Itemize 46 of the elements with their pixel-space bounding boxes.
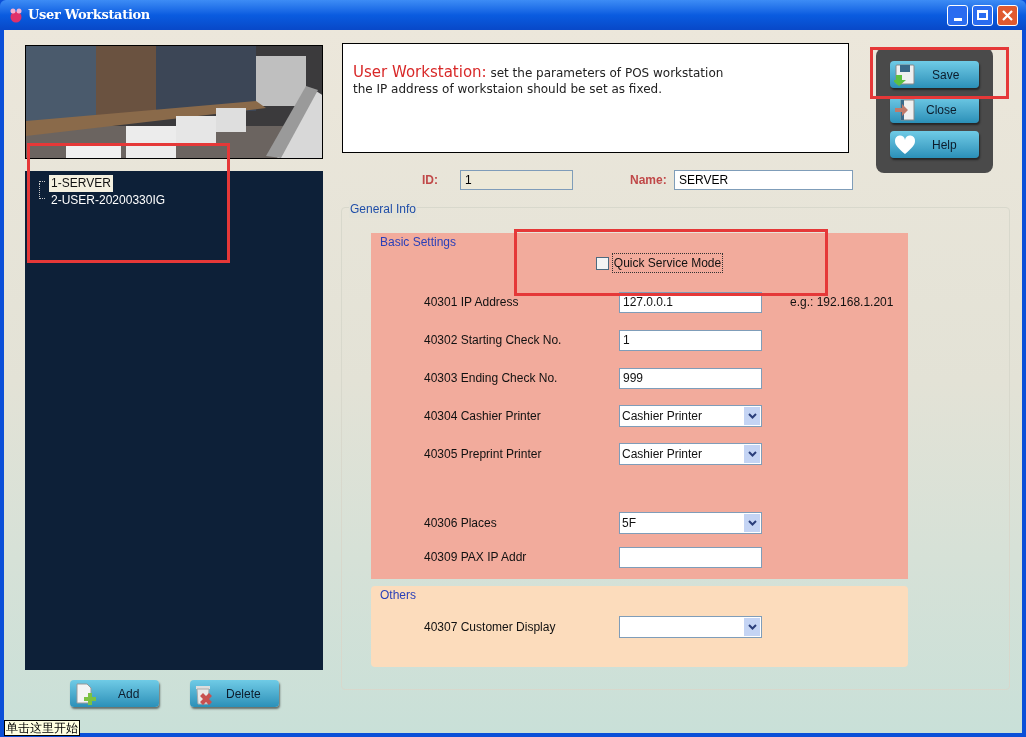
name-field[interactable]: SERVER xyxy=(674,170,853,190)
save-button[interactable]: Save xyxy=(890,61,979,88)
dropdown[interactable]: Cashier Printer xyxy=(619,443,762,465)
field-label: ID: xyxy=(422,172,439,189)
field-label: 40305 Preprint Printer xyxy=(423,446,543,463)
heart-icon xyxy=(894,134,916,155)
field-label: 40303 Ending Check No. xyxy=(423,370,559,387)
checkbox-label: Quick Service Mode xyxy=(611,253,724,273)
close-button[interactable] xyxy=(997,4,1018,26)
dropdown[interactable]: Cashier Printer xyxy=(619,405,762,427)
tree-item[interactable]: 2-USER-20200330IG xyxy=(49,192,168,209)
field-label: 40301 IP Address xyxy=(423,294,520,311)
minimize-button[interactable] xyxy=(947,4,968,26)
field-label: 40306 Places xyxy=(423,515,498,532)
field-label: 40309 PAX IP Addr xyxy=(423,549,528,566)
close-icon xyxy=(1002,9,1013,21)
group-title: Others xyxy=(380,587,416,604)
hint-text: e.g.: 192.168.1.201 xyxy=(790,294,894,311)
id-field[interactable]: 1 xyxy=(460,170,573,190)
field-label: 40307 Customer Display xyxy=(423,619,557,636)
description-text: User Workstation: set the parameters of POS workstation the IP address of workstaion should be set as fixed. xyxy=(353,64,725,97)
maximize-button[interactable] xyxy=(972,4,993,26)
delete-button[interactable]: Delete xyxy=(190,680,279,707)
add-button[interactable]: Add xyxy=(70,680,159,707)
window-title: User Workstation xyxy=(28,6,151,25)
dropdown[interactable] xyxy=(619,616,762,638)
chevron-down-icon xyxy=(747,520,757,526)
add-document-icon xyxy=(74,682,96,705)
input-field[interactable]: 1 xyxy=(619,329,762,351)
help-button[interactable]: Help xyxy=(890,131,979,158)
chevron-down-icon xyxy=(747,624,757,630)
field-label: 40304 Cashier Printer xyxy=(423,408,542,425)
group-title: General Info xyxy=(349,200,418,218)
chevron-down-icon xyxy=(747,413,757,419)
app-icon xyxy=(8,7,24,23)
group-title: Basic Settings xyxy=(380,234,457,251)
field-label: 40302 Starting Check No. xyxy=(423,332,563,349)
input-field[interactable] xyxy=(619,546,762,568)
input-field[interactable]: 999 xyxy=(619,367,762,389)
chevron-down-icon xyxy=(747,451,757,457)
tree-item[interactable]: 1-SERVER xyxy=(49,175,113,192)
dropdown[interactable]: 5F xyxy=(619,512,762,534)
field-label: Name: xyxy=(630,172,668,189)
door-exit-icon xyxy=(894,98,916,121)
checkbox[interactable] xyxy=(595,256,609,270)
start-tooltip: 单击这里开始 xyxy=(4,720,80,736)
